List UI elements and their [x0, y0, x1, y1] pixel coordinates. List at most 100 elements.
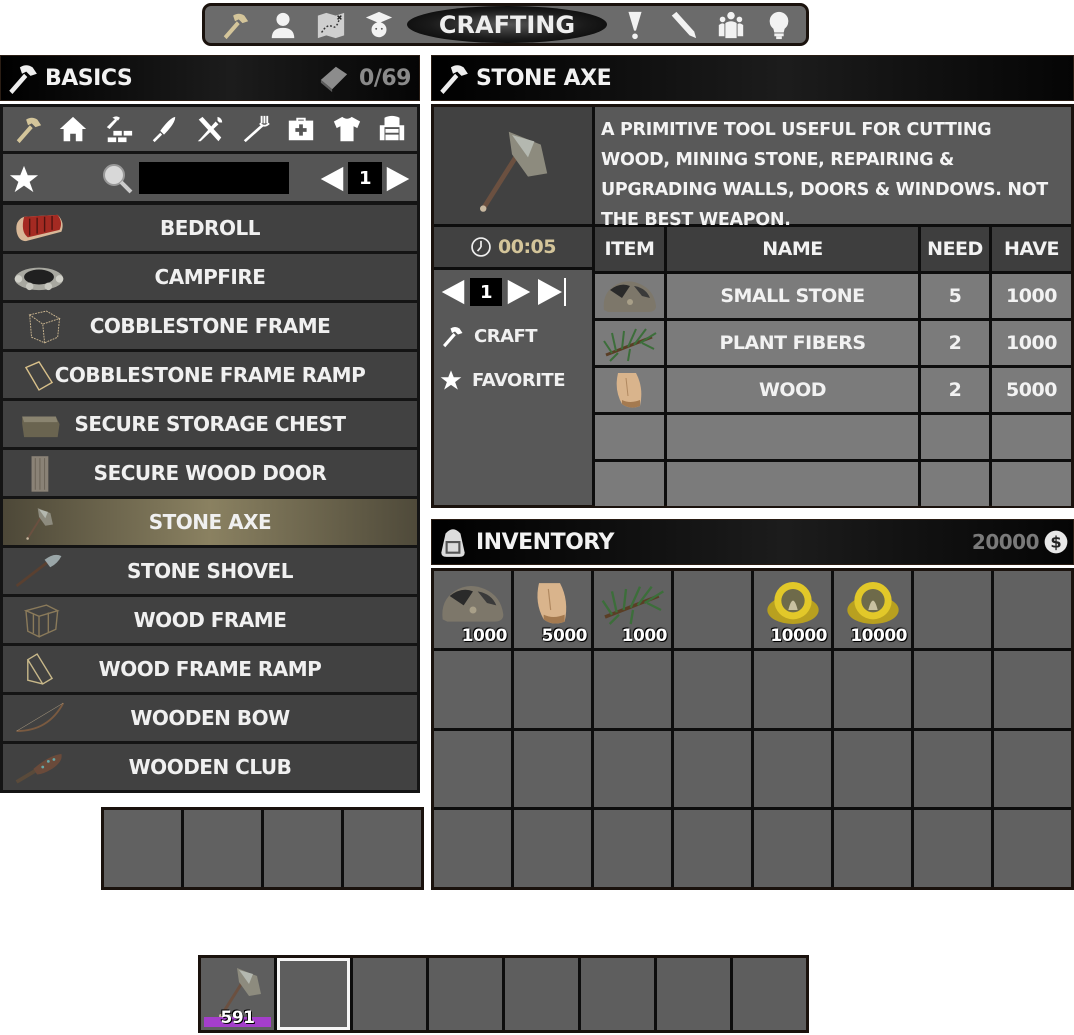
recipe-item-wood-frame[interactable]: WOOD FRAME [3, 597, 417, 643]
inventory-slot[interactable]: 5000 [514, 571, 591, 648]
tool-slot[interactable] [104, 810, 181, 887]
inventory-slot[interactable] [594, 730, 671, 808]
inventory-slot[interactable] [914, 650, 991, 728]
inventory-slot[interactable] [674, 810, 751, 887]
toolbelt-slot[interactable] [505, 958, 578, 1030]
wood-icon [600, 370, 660, 410]
resources-category-icon[interactable] [101, 111, 137, 147]
inventory-slot[interactable] [914, 730, 991, 808]
recipe-item-campfire[interactable]: CAMPFIRE [3, 254, 417, 300]
recipe-item-wooden-club[interactable]: WOODEN CLUB [3, 744, 417, 790]
recipe-item-secure-storage-chest[interactable]: SECURE STORAGE CHEST [3, 401, 417, 447]
toolbelt-slot[interactable] [353, 958, 426, 1030]
toolbelt-slot[interactable]: 591 [201, 958, 274, 1030]
inventory-slot[interactable] [754, 650, 831, 728]
inventory-slot[interactable] [994, 650, 1071, 728]
players-icon[interactable] [707, 6, 755, 43]
toolbelt-slot-selected[interactable] [277, 958, 350, 1030]
inventory-slot[interactable] [674, 571, 751, 648]
tools-category-icon[interactable] [192, 111, 228, 147]
inventory-slot[interactable] [674, 650, 751, 728]
ingredient-icon-cell [595, 368, 664, 412]
recipe-item-wood-frame-ramp[interactable]: WOOD FRAME RAMP [3, 646, 417, 692]
tool-slot[interactable] [184, 810, 261, 887]
inventory-slot[interactable]: 1000 [594, 571, 671, 648]
table-row: SMALL STONE 5 1000 [595, 274, 1071, 318]
search-input[interactable] [139, 162, 289, 194]
tool-slot[interactable] [264, 810, 341, 887]
toolbelt-slot[interactable] [429, 958, 502, 1030]
tips-lightbulb-icon[interactable] [755, 6, 803, 43]
inventory-slot[interactable] [594, 650, 671, 728]
max-quantity-icon[interactable] [536, 276, 568, 308]
inventory-slot[interactable] [754, 730, 831, 808]
inventory-slot[interactable] [834, 650, 911, 728]
prev-page-icon[interactable] [317, 164, 347, 194]
inventory-slot[interactable] [834, 730, 911, 808]
craft-button[interactable]: CRAFT [434, 314, 592, 358]
recipe-label: WOODEN CLUB [128, 755, 292, 779]
decor-category-icon[interactable] [374, 111, 410, 147]
basics-category-icon[interactable] [10, 111, 46, 147]
weapons-category-icon[interactable] [146, 111, 182, 147]
toolbelt-slot[interactable] [657, 958, 730, 1030]
toolbelt-slot[interactable] [733, 958, 806, 1030]
inventory-slot[interactable] [434, 810, 511, 887]
inventory-slot[interactable]: 10000 [754, 571, 831, 648]
recipe-item-wooden-bow[interactable]: WOODEN BOW [3, 695, 417, 741]
inventory-slot[interactable] [514, 810, 591, 887]
inventory-slot[interactable] [914, 810, 991, 887]
inventory-slot[interactable] [834, 810, 911, 887]
wood-frame-icon [11, 601, 67, 639]
recipe-item-stone-axe[interactable]: STONE AXE [3, 499, 417, 545]
inventory-slot[interactable] [994, 810, 1071, 887]
page-number: 1 [348, 162, 382, 194]
tool-slot[interactable] [344, 810, 421, 887]
toolbelt-slot[interactable] [581, 958, 654, 1030]
inventory-slot[interactable]: 1000 [434, 571, 511, 648]
inventory-slot[interactable] [994, 571, 1071, 648]
map-icon[interactable] [307, 6, 355, 43]
inventory-slot[interactable]: 10000 [834, 571, 911, 648]
table-row: WOOD 2 5000 [595, 368, 1071, 412]
journal-pencil-icon[interactable] [659, 6, 707, 43]
table-row [595, 415, 1071, 459]
inventory-slot[interactable] [754, 810, 831, 887]
clothing-category-icon[interactable] [329, 111, 365, 147]
recipe-item-secure-wood-door[interactable]: SECURE WOOD DOOR [3, 450, 417, 496]
inventory-slot[interactable] [994, 730, 1071, 808]
quests-icon[interactable] [611, 6, 659, 43]
next-page-icon[interactable] [383, 164, 413, 194]
inventory-slot[interactable] [674, 730, 751, 808]
character-icon[interactable] [259, 6, 307, 43]
food-category-icon[interactable] [238, 111, 274, 147]
inventory-slot[interactable] [434, 730, 511, 808]
inventory-slot[interactable] [514, 650, 591, 728]
decrease-quantity-icon[interactable] [438, 277, 468, 307]
wooden-bow-icon [11, 699, 67, 737]
skills-icon[interactable] [355, 6, 403, 43]
recipe-item-cobblestone-frame-ramp[interactable]: COBBLESTONE FRAME RAMP [3, 352, 417, 398]
bedroll-icon [11, 209, 67, 247]
inventory-slot[interactable] [594, 810, 671, 887]
inventory-slot[interactable] [914, 571, 991, 648]
craft-time: 00:05 [498, 236, 556, 258]
medical-category-icon[interactable] [283, 111, 319, 147]
recipe-item-stone-shovel[interactable]: STONE SHOVEL [3, 548, 417, 594]
column-header-have: HAVE [992, 227, 1071, 271]
favorite-button[interactable]: FAVORITE [434, 358, 592, 402]
inventory-slot[interactable] [434, 650, 511, 728]
recipe-label: SECURE STORAGE CHEST [74, 412, 346, 436]
hammer-icon[interactable] [211, 6, 259, 43]
ingredient-icon-cell [595, 321, 664, 365]
favorites-star-icon[interactable] [9, 164, 39, 194]
casino-coin-icon [758, 575, 828, 631]
inventory-slot[interactable] [514, 730, 591, 808]
stone-shovel-icon [11, 552, 67, 590]
building-category-icon[interactable] [55, 111, 91, 147]
increase-quantity-icon[interactable] [504, 277, 534, 307]
crafting-tool-slots [101, 807, 424, 890]
recipe-item-bedroll[interactable]: BEDROLL [3, 205, 417, 251]
craft-quantity[interactable]: 1 [470, 278, 502, 306]
recipe-item-cobblestone-frame[interactable]: COBBLESTONE FRAME [3, 303, 417, 349]
